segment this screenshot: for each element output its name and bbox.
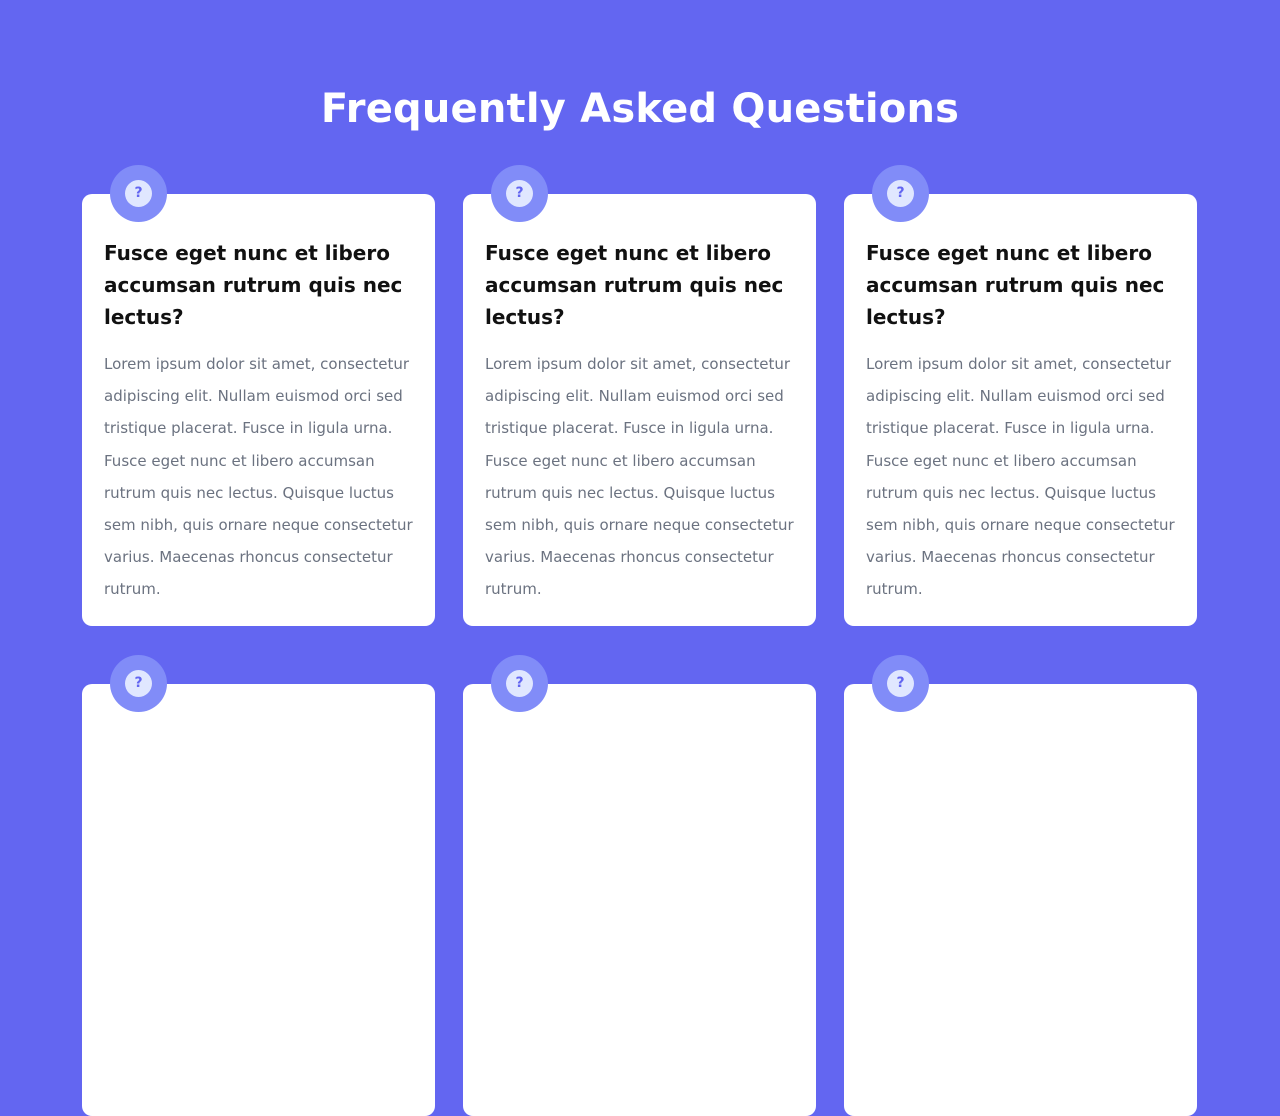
faq-question: Fusce eget nunc et libero accumsan rutru… bbox=[104, 241, 403, 329]
faq-question: Fusce eget nunc et libero accumsan rutru… bbox=[485, 241, 784, 329]
faq-card: ? bbox=[82, 655, 435, 1116]
faq-answer: Lorem ipsum dolor sit amet, consectetur … bbox=[104, 355, 413, 599]
faq-card: ? bbox=[844, 655, 1197, 1116]
page-title: Frequently Asked Questions bbox=[320, 85, 960, 132]
question-mark-icon: ? bbox=[887, 670, 914, 697]
faq-answer: Lorem ipsum dolor sit amet, consectetur … bbox=[866, 355, 1175, 599]
faq-card: ? Fusce eget nunc et libero accumsan rut… bbox=[844, 165, 1197, 626]
faq-question: Fusce eget nunc et libero accumsan rutru… bbox=[866, 241, 1165, 329]
faq-badge: ? bbox=[872, 655, 929, 712]
faq-card: ? Fusce eget nunc et libero accumsan rut… bbox=[463, 165, 816, 626]
question-mark-icon: ? bbox=[506, 670, 533, 697]
faq-badge: ? bbox=[491, 165, 548, 222]
faq-card: ? Fusce eget nunc et libero accumsan rut… bbox=[82, 165, 435, 626]
faq-badge: ? bbox=[110, 655, 167, 712]
faq-card: ? bbox=[463, 655, 816, 1116]
question-mark-icon: ? bbox=[506, 180, 533, 207]
faq-badge: ? bbox=[491, 655, 548, 712]
question-mark-icon: ? bbox=[125, 670, 152, 697]
question-mark-icon: ? bbox=[125, 180, 152, 207]
faq-badge: ? bbox=[110, 165, 167, 222]
question-mark-icon: ? bbox=[887, 180, 914, 207]
faq-badge: ? bbox=[872, 165, 929, 222]
faq-answer: Lorem ipsum dolor sit amet, consectetur … bbox=[485, 355, 794, 599]
